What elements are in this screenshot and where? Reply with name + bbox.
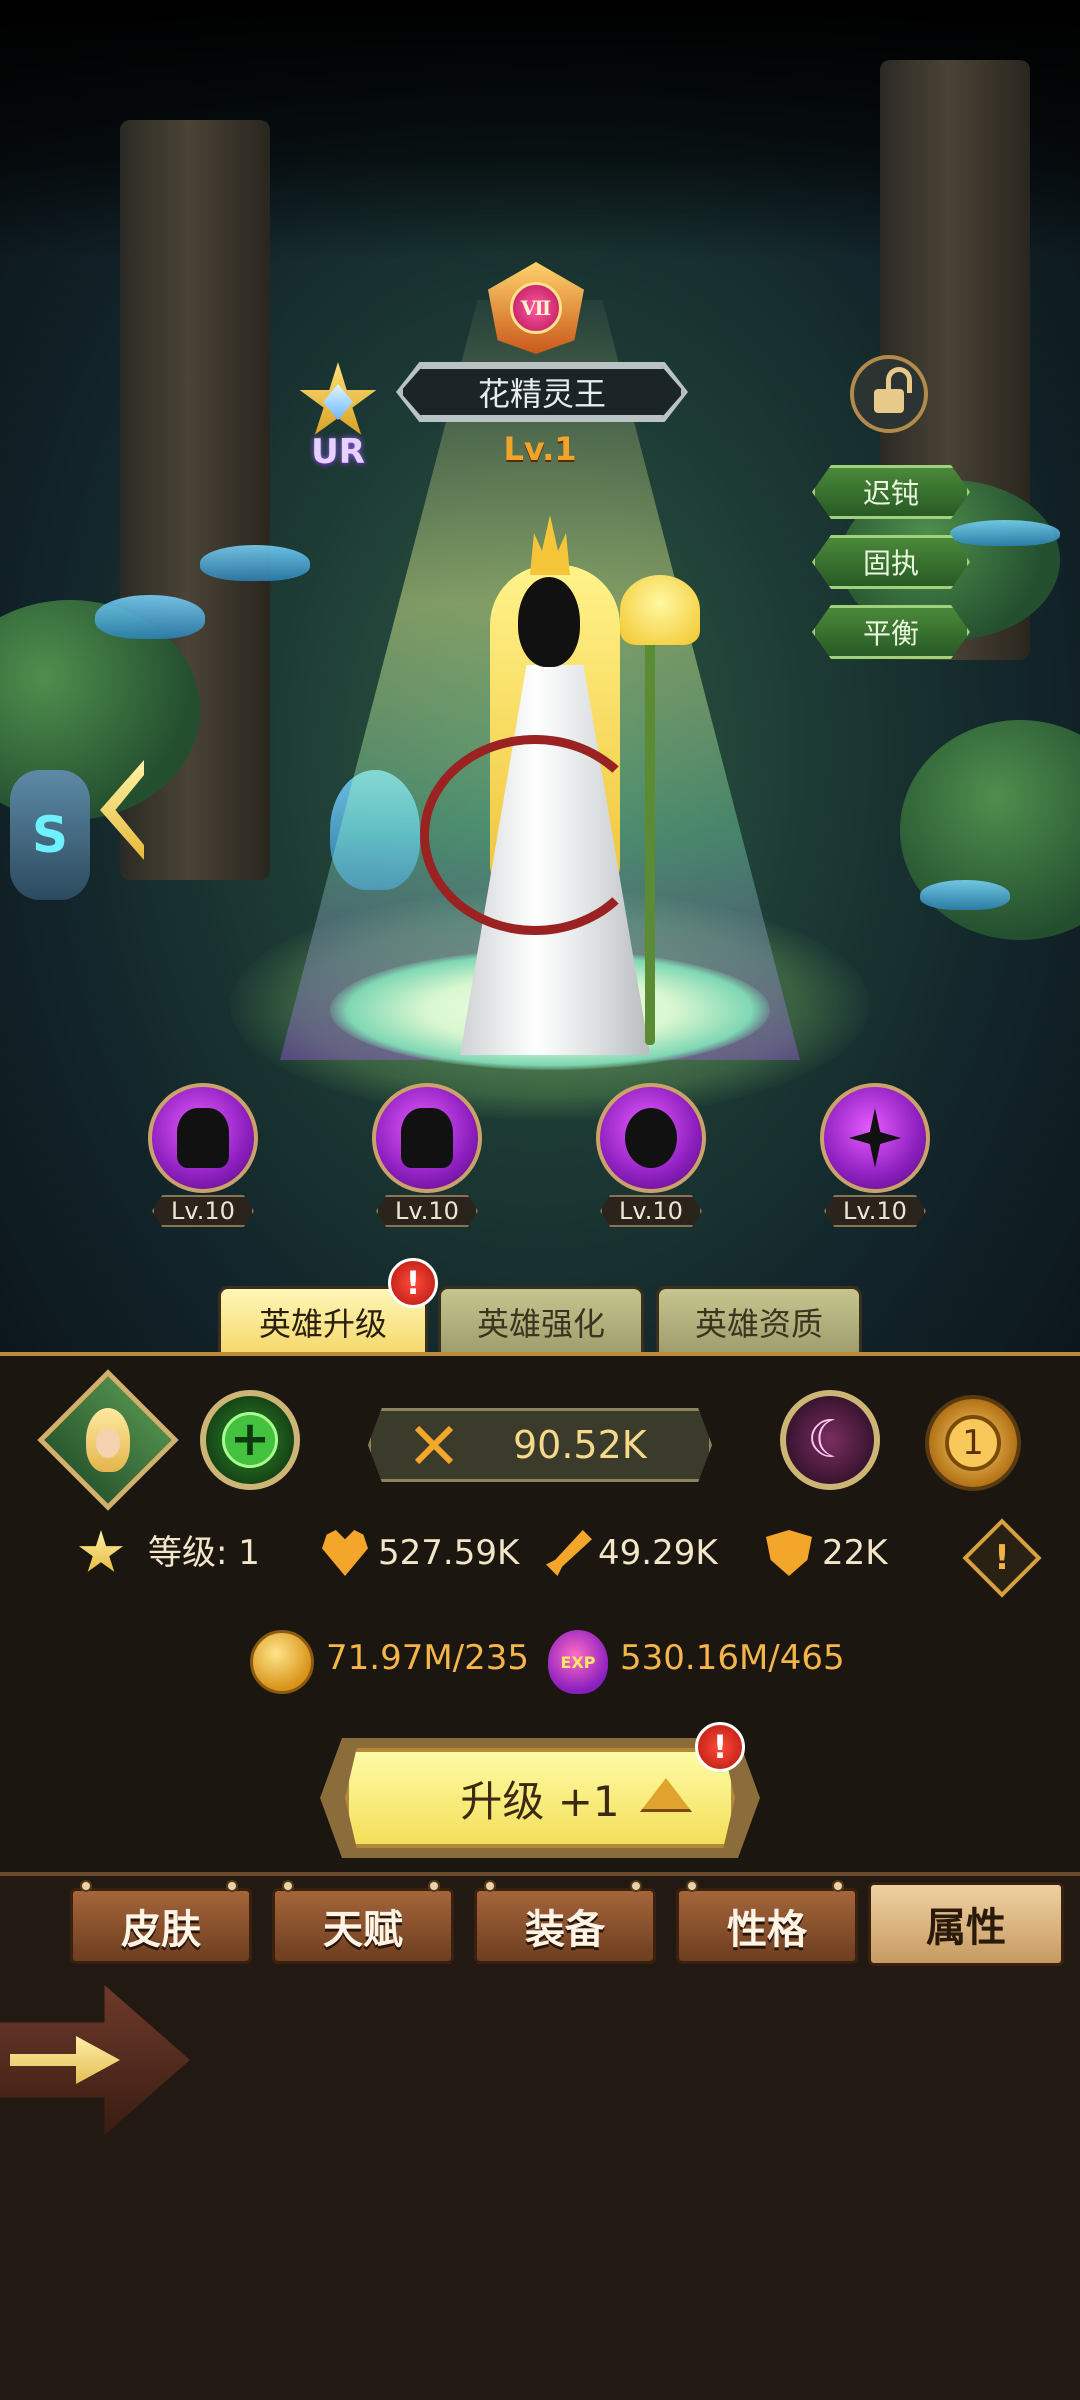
shield-icon [766, 1530, 812, 1576]
trait-badge-3[interactable]: 平衡 [812, 605, 970, 659]
exp-icon: EXP [548, 1630, 608, 1694]
warning-icon: ! [994, 1538, 1010, 1578]
moon-button[interactable]: ☾ [780, 1390, 880, 1490]
nail-icon [282, 1880, 294, 1892]
upgrade-label: 升级 +1 [460, 1776, 620, 1826]
coin-button[interactable]: 1 [925, 1395, 1021, 1491]
unlock-icon [874, 367, 912, 413]
skill-2[interactable]: Lv.10 [372, 1083, 482, 1227]
skill-level: Lv.10 [152, 1195, 254, 1227]
sword-icon [546, 1530, 592, 1576]
star-icon [78, 1530, 124, 1572]
skill-level: Lv.10 [600, 1195, 702, 1227]
hero-flower [620, 575, 700, 645]
stats-row: 等级: 1 527.59K 49.29K 22K [0, 1530, 1080, 1580]
skill-3[interactable]: Lv.10 [596, 1083, 706, 1227]
rarity-label: UR [311, 432, 365, 472]
tab-hero-aptitude[interactable]: 英雄资质 [656, 1286, 862, 1354]
tab-attributes[interactable]: 属性 [868, 1882, 1064, 1966]
skill-level: Lv.10 [824, 1195, 926, 1227]
nail-icon [832, 1880, 844, 1892]
tab-personality[interactable]: 性格 [676, 1888, 858, 1964]
hero-figure [420, 505, 700, 1055]
nail-icon [226, 1880, 238, 1892]
tab-equipment[interactable]: 装备 [474, 1888, 656, 1964]
alert-icon: ! [695, 1722, 745, 1772]
nail-icon [686, 1880, 698, 1892]
alert-icon: ! [388, 1258, 438, 1308]
plus-icon: + [222, 1412, 278, 1468]
heart-icon [322, 1530, 368, 1576]
trait-badge-1[interactable]: 迟钝 [812, 465, 970, 519]
moon-icon: ☾ [806, 1410, 854, 1470]
skill-4[interactable]: Lv.10 [820, 1083, 930, 1227]
resource-row: 71.97M/235 EXP 530.16M/465 [0, 1630, 1080, 1696]
bottom-divider [0, 1872, 1080, 1876]
combat-power-display: 90.52K [368, 1408, 712, 1482]
hero-name: 花精灵王 [400, 366, 684, 418]
exp-cost: 530.16M/465 [620, 1638, 845, 1678]
tab-skin[interactable]: 皮肤 [70, 1888, 252, 1964]
level-stat: 等级: 1 [148, 1533, 260, 1573]
skull-skill-icon [596, 1083, 706, 1193]
tab-hero-enhance[interactable]: 英雄强化 [438, 1286, 644, 1354]
nail-icon [80, 1880, 92, 1892]
rune-stone-icon: S [10, 770, 90, 900]
rank-badge: Ⅶ [488, 262, 584, 354]
hero-face [518, 577, 580, 667]
mushroom-2 [95, 595, 205, 639]
nail-icon [630, 1880, 642, 1892]
rarity-badge: UR [290, 362, 386, 482]
hero-level: Lv.1 [503, 430, 577, 468]
nail-icon [428, 1880, 440, 1892]
sword-slash-skill-icon [372, 1083, 482, 1193]
crossed-swords-icon [413, 1425, 453, 1465]
trait-badge-2[interactable]: 固执 [812, 535, 970, 589]
attack-stat: 49.29K [598, 1533, 718, 1573]
combat-power-value: 90.52K [513, 1423, 647, 1467]
tab-talent[interactable]: 天赋 [272, 1888, 454, 1964]
hero-portrait-face [96, 1428, 120, 1458]
mushroom-1 [200, 545, 310, 581]
divider [0, 1352, 1080, 1356]
add-button[interactable]: + [200, 1390, 300, 1490]
skill-level: Lv.10 [376, 1195, 478, 1227]
dash-skill-icon [148, 1083, 258, 1193]
crack-skill-icon [820, 1083, 930, 1193]
gold-coin-icon [250, 1630, 314, 1694]
coin-number: 1 [945, 1415, 1001, 1471]
hero-vine [420, 735, 650, 935]
nail-icon [484, 1880, 496, 1892]
gold-cost: 71.97M/235 [326, 1638, 530, 1678]
hero-crown [530, 515, 570, 575]
mushroom-4 [920, 880, 1010, 910]
defense-stat: 22K [822, 1533, 888, 1573]
lock-button[interactable] [850, 355, 928, 433]
hp-stat: 527.59K [378, 1533, 520, 1573]
rank-badge-numeral: Ⅶ [510, 282, 562, 334]
skill-1[interactable]: Lv.10 [148, 1083, 258, 1227]
mushroom-3 [950, 520, 1060, 546]
